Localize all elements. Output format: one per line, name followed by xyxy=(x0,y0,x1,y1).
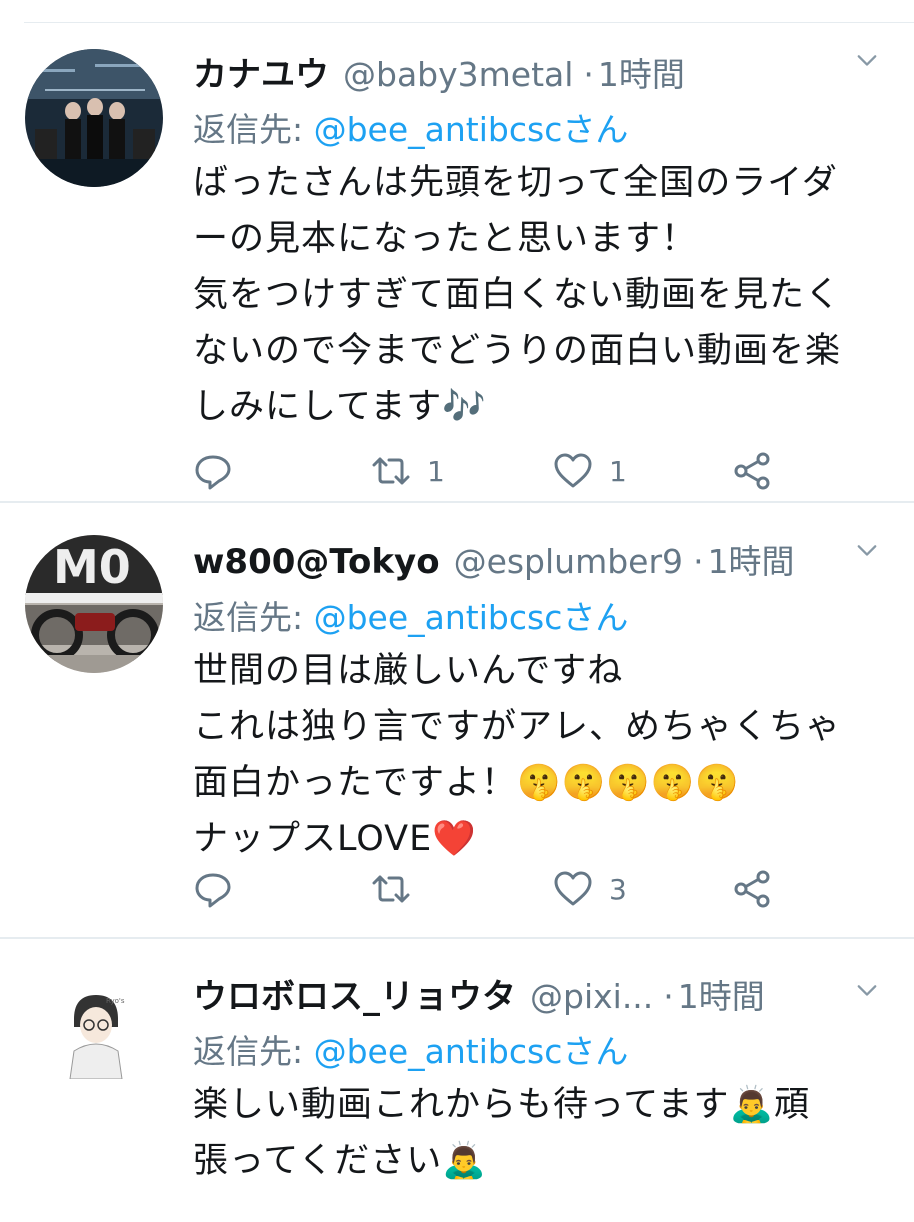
like-icon xyxy=(554,871,592,906)
like-count: 3 xyxy=(609,872,627,906)
tweet-actions: 3 xyxy=(193,869,793,909)
share-icon xyxy=(734,452,770,490)
chevron-down-icon[interactable] xyxy=(856,539,878,561)
tweet-text-line: ないので今までどうりの面白い動画を楽 xyxy=(193,331,842,371)
tweet-header: w800@Tokyo @esplumber9 · 1時間 xyxy=(193,535,884,583)
reply-button[interactable] xyxy=(193,451,233,491)
display-name[interactable]: w800@Tokyo xyxy=(193,542,440,582)
reply-line: 返信先: @bee_antibcscさん xyxy=(193,103,884,151)
tweet-text-line: 気をつけすぎて面白くない動画を見たく xyxy=(193,275,842,315)
reply-prefix: 返信先: xyxy=(193,110,314,149)
tweet-text-line: ーの見本になったと思います！ xyxy=(193,219,698,259)
like-button[interactable]: 1 xyxy=(553,451,627,491)
like-count: 1 xyxy=(609,454,627,488)
reply-icon xyxy=(195,873,231,908)
tweet-text-line: 楽しい動画これからも待ってます🙇‍♂️頑 xyxy=(193,1085,811,1125)
user-handle[interactable]: @pixi... xyxy=(530,977,653,1016)
user-handle[interactable]: @esplumber9 xyxy=(454,542,684,581)
tweet-text-line: これは独り言ですがアレ、めちゃくちゃ xyxy=(193,707,842,747)
chevron-down-icon[interactable] xyxy=(856,49,878,71)
separator: · xyxy=(583,55,594,94)
avatar[interactable] xyxy=(25,49,163,187)
timestamp[interactable]: 1時間 xyxy=(598,48,685,96)
tweet-text-line: しみにしてます🎶 xyxy=(193,387,487,427)
display-name[interactable]: カナユウ xyxy=(193,47,329,96)
retweet-count: 1 xyxy=(427,454,445,488)
tweet[interactable]: M0 w800@Tokyo @esplumber9 · 1時間 返信先: @be… xyxy=(0,503,914,939)
avatar[interactable]: Ryo's xyxy=(60,989,132,1079)
share-icon xyxy=(734,870,770,908)
reply-prefix: 返信先: xyxy=(193,1032,314,1071)
reply-to-link[interactable]: @bee_antibcscさん xyxy=(314,110,629,149)
reply-icon xyxy=(195,455,231,490)
tweet[interactable]: カナユウ @baby3metal · 1時間 返信先: @bee_antibcs… xyxy=(0,23,914,503)
separator: · xyxy=(693,542,704,581)
tweet-text-line: ばったさんは先頭を切って全国のライダ xyxy=(193,163,838,203)
reply-to-link[interactable]: @bee_antibcscさん xyxy=(314,1032,629,1071)
reply-line: 返信先: @bee_antibcscさん xyxy=(193,1025,884,1073)
tweet-text-line: 世間の目は厳しいんですね xyxy=(193,651,624,691)
svg-text:M0: M0 xyxy=(53,540,131,594)
reply-line: 返信先: @bee_antibcscさん xyxy=(193,591,884,639)
avatar[interactable]: M0 xyxy=(25,535,163,673)
retweet-button[interactable] xyxy=(371,869,427,909)
timestamp[interactable]: 1時間 xyxy=(708,535,795,583)
tweet[interactable]: Ryo's ウロボロス_リョウタ @pixi... · 1時間 返信先: @be… xyxy=(0,939,914,1209)
tweet-header: カナユウ @baby3metal · 1時間 xyxy=(193,47,884,96)
svg-text:Ryo's: Ryo's xyxy=(106,997,125,1005)
tweet-content: w800@Tokyo @esplumber9 · 1時間 返信先: @bee_a… xyxy=(193,535,884,867)
like-button[interactable]: 3 xyxy=(553,869,627,909)
retweet-icon xyxy=(372,457,410,485)
share-button[interactable] xyxy=(733,451,773,491)
tweet-text-line: ナップスLOVE❤️ xyxy=(193,819,477,859)
reply-prefix: 返信先: xyxy=(193,598,314,637)
display-name[interactable]: ウロボロス_リョウタ xyxy=(193,969,516,1018)
timestamp[interactable]: 1時間 xyxy=(678,970,765,1018)
tweet-content: ウロボロス_リョウタ @pixi... · 1時間 返信先: @bee_anti… xyxy=(193,969,884,1189)
like-icon xyxy=(554,453,592,488)
tweet-text: 世間の目は厳しいんですね これは独り言ですがアレ、めちゃくちゃ 面白かったですよ… xyxy=(193,643,884,867)
tweet-header: ウロボロス_リョウタ @pixi... · 1時間 xyxy=(193,969,884,1018)
tweet-content: カナユウ @baby3metal · 1時間 返信先: @bee_antibcs… xyxy=(193,47,884,435)
reply-to-link[interactable]: @bee_antibcscさん xyxy=(314,598,629,637)
tweet-text: 楽しい動画これからも待ってます🙇‍♂️頑 張ってください🙇‍♂️ xyxy=(193,1077,884,1189)
reply-button[interactable] xyxy=(193,869,233,909)
tweet-actions: 1 1 xyxy=(193,451,793,491)
user-handle[interactable]: @baby3metal xyxy=(343,55,573,94)
retweet-button[interactable]: 1 xyxy=(371,451,445,491)
separator: · xyxy=(663,977,674,1016)
tweet-text: ばったさんは先頭を切って全国のライダ ーの見本になったと思います！ 気をつけすぎ… xyxy=(193,155,884,435)
retweet-icon xyxy=(372,875,410,903)
tweet-text-line: 張ってください🙇‍♂️ xyxy=(193,1141,487,1181)
share-button[interactable] xyxy=(733,869,773,909)
tweet-text-line: 面白かったですよ！🤫🤫🤫🤫🤫 xyxy=(193,763,740,803)
chevron-down-icon[interactable] xyxy=(856,979,878,1001)
